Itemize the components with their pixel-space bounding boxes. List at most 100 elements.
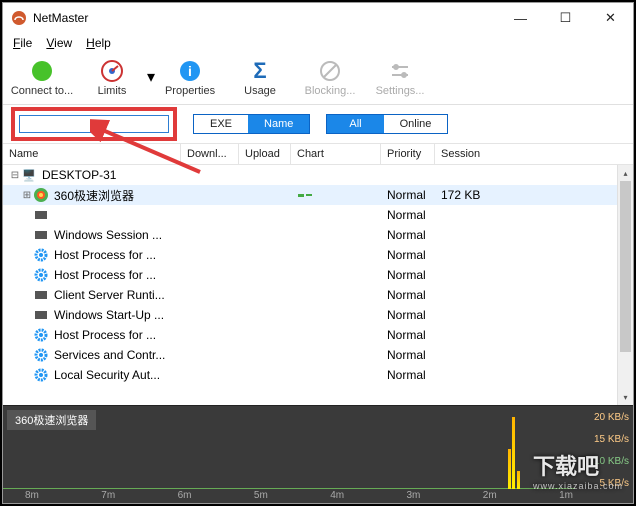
cell-chart (291, 305, 381, 325)
process-icon (33, 347, 49, 363)
process-icon (33, 267, 49, 283)
app-icon (11, 10, 27, 26)
cell-upload (239, 225, 291, 245)
settings-label: Settings... (376, 85, 425, 97)
cell-session (435, 205, 625, 225)
svg-text:i: i (188, 63, 192, 79)
cell-session (435, 305, 625, 325)
col-chart[interactable]: Chart (291, 144, 381, 164)
seg-all[interactable]: All (327, 115, 383, 133)
col-session[interactable]: Session (435, 144, 625, 164)
process-icon (33, 207, 49, 223)
minimize-button[interactable]: — (498, 3, 543, 33)
scroll-thumb[interactable] (620, 181, 631, 352)
settings-button[interactable]: Settings... (365, 55, 435, 99)
process-icon (33, 307, 49, 323)
tree-root-row[interactable]: ⊟ 🖥️ DESKTOP-31 (3, 165, 633, 185)
cell-chart (291, 365, 381, 385)
cell-upload (239, 245, 291, 265)
blocking-label: Blocking... (305, 85, 356, 97)
search-highlight-box (11, 107, 177, 141)
x-tick: 4m (330, 490, 344, 501)
cell-priority: Normal (381, 325, 435, 345)
scroll-up-button[interactable]: ▴ (618, 165, 633, 181)
toolbar: Connect to... Limits ▾ i Properties Σ Us… (3, 53, 633, 105)
svg-text:Σ: Σ (253, 59, 266, 83)
titlebar: NetMaster — ☐ ✕ (3, 3, 633, 33)
info-icon: i (178, 59, 202, 83)
table-row[interactable]: Windows Session ...Normal (3, 225, 633, 245)
cell-session (435, 285, 625, 305)
menu-bar: File View Help (3, 33, 633, 53)
maximize-button[interactable]: ☐ (543, 3, 588, 33)
cell-download (181, 305, 239, 325)
usage-button[interactable]: Σ Usage (225, 55, 295, 99)
cell-priority: Normal (381, 225, 435, 245)
x-tick: 6m (178, 490, 192, 501)
sliders-icon (388, 59, 412, 83)
table-row[interactable]: Client Server Runti...Normal (3, 285, 633, 305)
expand-icon[interactable]: ⊞ (21, 190, 33, 201)
menu-file[interactable]: File (13, 36, 32, 50)
col-name[interactable]: Name (3, 144, 181, 164)
col-download[interactable]: Downl... (181, 144, 239, 164)
table-row[interactable]: Host Process for ...Normal (3, 325, 633, 345)
process-name: Local Security Aut... (54, 368, 160, 382)
connect-button[interactable]: Connect to... (7, 55, 77, 99)
cell-chart (291, 225, 381, 245)
menu-help[interactable]: Help (86, 36, 111, 50)
limits-dropdown-arrow[interactable]: ▾ (147, 67, 155, 87)
all-online-segment: All Online (326, 114, 448, 134)
col-priority[interactable]: Priority (381, 144, 435, 164)
blocking-button[interactable]: Blocking... (295, 55, 365, 99)
scroll-down-button[interactable]: ▾ (618, 389, 633, 405)
table-row[interactable]: Services and Contr...Normal (3, 345, 633, 365)
cell-session (435, 365, 625, 385)
chart-pane: 360极速浏览器 8m7m6m5m4m3m2m1m 20 KB/s15 KB/s… (3, 405, 633, 503)
cell-upload (239, 265, 291, 285)
cell-priority: Normal (381, 205, 435, 225)
process-icon (33, 187, 49, 203)
limits-button[interactable]: Limits (77, 55, 147, 99)
seg-exe[interactable]: EXE (194, 115, 248, 133)
vertical-scrollbar[interactable]: ▴ ▾ (617, 165, 633, 405)
cell-session: 172 KB (435, 185, 625, 205)
process-name: 360极速浏览器 (54, 187, 134, 204)
cell-download (181, 285, 239, 305)
cell-chart (291, 265, 381, 285)
x-tick: 1m (559, 490, 573, 501)
col-upload[interactable]: Upload (239, 144, 291, 164)
y-tick: 15 KB/s (594, 434, 629, 445)
table-row[interactable]: Host Process for ...Normal (3, 245, 633, 265)
table-row[interactable]: Host Process for ...Normal (3, 265, 633, 285)
connect-icon (30, 59, 54, 83)
app-window: NetMaster — ☐ ✕ File View Help Connect t… (2, 2, 634, 504)
sigma-icon: Σ (248, 59, 272, 83)
cell-chart (291, 345, 381, 365)
table-body: ⊟ 🖥️ DESKTOP-31 ⊞360极速浏览器Normal172 KBNor… (3, 165, 633, 405)
cell-session (435, 325, 625, 345)
seg-online[interactable]: Online (384, 115, 448, 133)
table-row[interactable]: Windows Start-Up ...Normal (3, 305, 633, 325)
properties-button[interactable]: i Properties (155, 55, 225, 99)
cell-download (181, 205, 239, 225)
menu-view[interactable]: View (46, 36, 72, 50)
exe-name-segment: EXE Name (193, 114, 310, 134)
cell-upload (239, 185, 291, 205)
table-row[interactable]: Local Security Aut...Normal (3, 365, 633, 385)
table-row[interactable]: Normal (3, 205, 633, 225)
cell-session (435, 225, 625, 245)
collapse-icon[interactable]: ⊟ (9, 170, 21, 181)
search-input[interactable] (19, 115, 169, 133)
close-button[interactable]: ✕ (588, 3, 633, 33)
seg-name[interactable]: Name (248, 115, 309, 133)
cell-priority: Normal (381, 265, 435, 285)
x-tick: 5m (254, 490, 268, 501)
cell-upload (239, 365, 291, 385)
table-row[interactable]: ⊞360极速浏览器Normal172 KB (3, 185, 633, 205)
cell-upload (239, 305, 291, 325)
desktop-icon: 🖥️ (21, 167, 37, 183)
limits-icon (100, 59, 124, 83)
process-icon (33, 287, 49, 303)
chart-y-axis: 20 KB/s15 KB/s10 KB/s5 KB/s (594, 412, 629, 489)
